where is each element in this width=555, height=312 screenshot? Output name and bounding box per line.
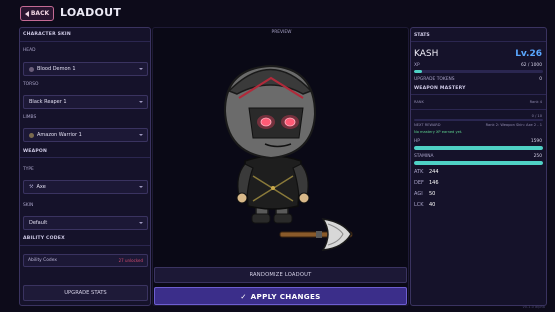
checkmark-icon: ✓	[240, 291, 247, 301]
upgrade-stats-button[interactable]: UPGRADE STATS	[23, 285, 148, 301]
ability-codex-label: Ability Codex	[28, 258, 57, 263]
limbs-item-icon	[29, 132, 34, 138]
torso-select-value: Black Reaper 1	[29, 99, 67, 105]
stamina-bar-fill	[414, 161, 543, 165]
rank-label: RANK	[414, 100, 424, 104]
back-arrow-icon	[24, 10, 29, 17]
mastery-progress-text: 0 / 10	[531, 114, 542, 118]
stats-panel: STATS KASH Lv.26 XP 62 / 1000 UPGRADE TO…	[410, 27, 547, 306]
hp-label: HP	[414, 139, 420, 144]
def-label: DEF	[414, 180, 424, 186]
atk-label: ATK	[414, 169, 424, 175]
weapon-mastery-heading: WEAPON MASTERY	[414, 86, 466, 91]
character-name: KASH	[414, 49, 439, 59]
stat-agi: AGI 50	[414, 191, 435, 197]
top-bar: BACK LOADOUT	[0, 0, 555, 28]
apply-changes-label: APPLY CHANGES	[250, 291, 321, 301]
page-title: LOADOUT	[60, 6, 122, 19]
chevron-down-icon	[139, 134, 143, 136]
back-button[interactable]: BACK	[20, 6, 54, 21]
axe-weapon-sprite	[279, 218, 353, 251]
limbs-label: LIMBS	[23, 115, 37, 120]
rank-value: Rank 4	[529, 100, 542, 104]
weapon-heading: WEAPON	[23, 149, 48, 154]
next-reward-value: Rank 2: Weapon Skin: Axe 2 - 1	[485, 123, 542, 127]
stamina-bar	[414, 161, 543, 165]
agi-label: AGI	[414, 191, 423, 197]
lck-value: 40	[429, 202, 436, 208]
next-reward-label: NEXT REWARD	[414, 123, 441, 127]
upgrade-tokens-label: UPGRADE TOKENS	[414, 77, 455, 82]
chevron-down-icon	[139, 101, 143, 103]
head-select[interactable]: Blood Demon 1	[23, 62, 148, 76]
divider	[411, 94, 546, 95]
character-skin-heading: CHARACTER SKIN	[23, 32, 71, 37]
character-level: Lv.26	[515, 49, 542, 59]
ability-codex-button[interactable]: Ability Codex 27 unlocked	[23, 254, 148, 267]
mastery-progress-bar	[414, 119, 543, 121]
torso-select[interactable]: Black Reaper 1	[23, 95, 148, 109]
upgrade-tokens-value: 0	[539, 77, 542, 82]
stat-def: DEF 146	[414, 180, 439, 186]
stats-heading: STATS	[414, 33, 430, 38]
divider	[20, 245, 150, 246]
divider	[411, 109, 546, 110]
chevron-down-icon	[139, 222, 143, 224]
limbs-select-value: Amazon Warrior 1	[37, 132, 82, 138]
divider	[411, 41, 546, 42]
divider	[20, 41, 150, 42]
head-label: HEAD	[23, 48, 36, 53]
weapon-type-select[interactable]: ⚒ Axe	[23, 180, 148, 194]
character-preview	[223, 64, 353, 251]
stat-lck: LCK 40	[414, 202, 435, 208]
axe-icon: ⚒	[29, 184, 34, 190]
xp-bar	[414, 70, 543, 73]
def-value: 146	[429, 180, 439, 186]
xp-label: XP	[414, 63, 420, 68]
version-label: v0.1.0 alpha	[522, 305, 545, 309]
weapon-type-value: Axe	[36, 184, 46, 190]
stamina-value: 250	[533, 154, 542, 159]
weapon-skin-value: Default	[29, 220, 48, 226]
head-select-value: Blood Demon 1	[37, 66, 76, 72]
lck-label: LCK	[414, 202, 424, 208]
randomize-loadout-button[interactable]: RANDOMIZE LOADOUT	[154, 267, 407, 283]
agi-value: 50	[429, 191, 436, 197]
apply-changes-button[interactable]: ✓ APPLY CHANGES	[154, 287, 407, 305]
chevron-down-icon	[139, 68, 143, 70]
hp-bar	[414, 146, 543, 150]
ability-codex-heading: ABILITY CODEX	[23, 236, 65, 241]
hp-bar-fill	[414, 146, 543, 150]
preview-label: PREVIEW	[271, 30, 292, 35]
mastery-note: No mastery XP earned yet.	[414, 130, 463, 134]
chevron-down-icon	[139, 186, 143, 188]
stamina-label: STAMINA	[414, 154, 434, 159]
atk-value: 244	[429, 169, 439, 175]
skin-label: SKIN	[23, 203, 34, 208]
loadout-options-panel: CHARACTER SKIN HEAD Blood Demon 1 TORSO …	[19, 27, 151, 306]
divider	[20, 157, 150, 158]
preview-panel: PREVIEW	[152, 27, 409, 306]
head-item-icon	[29, 66, 34, 72]
type-label: TYPE	[23, 167, 34, 172]
back-button-label: BACK	[30, 10, 50, 17]
stat-atk: ATK 244	[414, 169, 439, 175]
character-sprite	[223, 64, 317, 224]
weapon-skin-select[interactable]: Default	[23, 216, 148, 230]
xp-bar-fill	[414, 70, 422, 73]
torso-label: TORSO	[23, 82, 39, 87]
hp-value: 1590	[530, 139, 542, 144]
xp-value: 62 / 1000	[520, 63, 542, 68]
limbs-select[interactable]: Amazon Warrior 1	[23, 128, 148, 142]
ability-count-badge: 27 unlocked	[118, 258, 143, 263]
